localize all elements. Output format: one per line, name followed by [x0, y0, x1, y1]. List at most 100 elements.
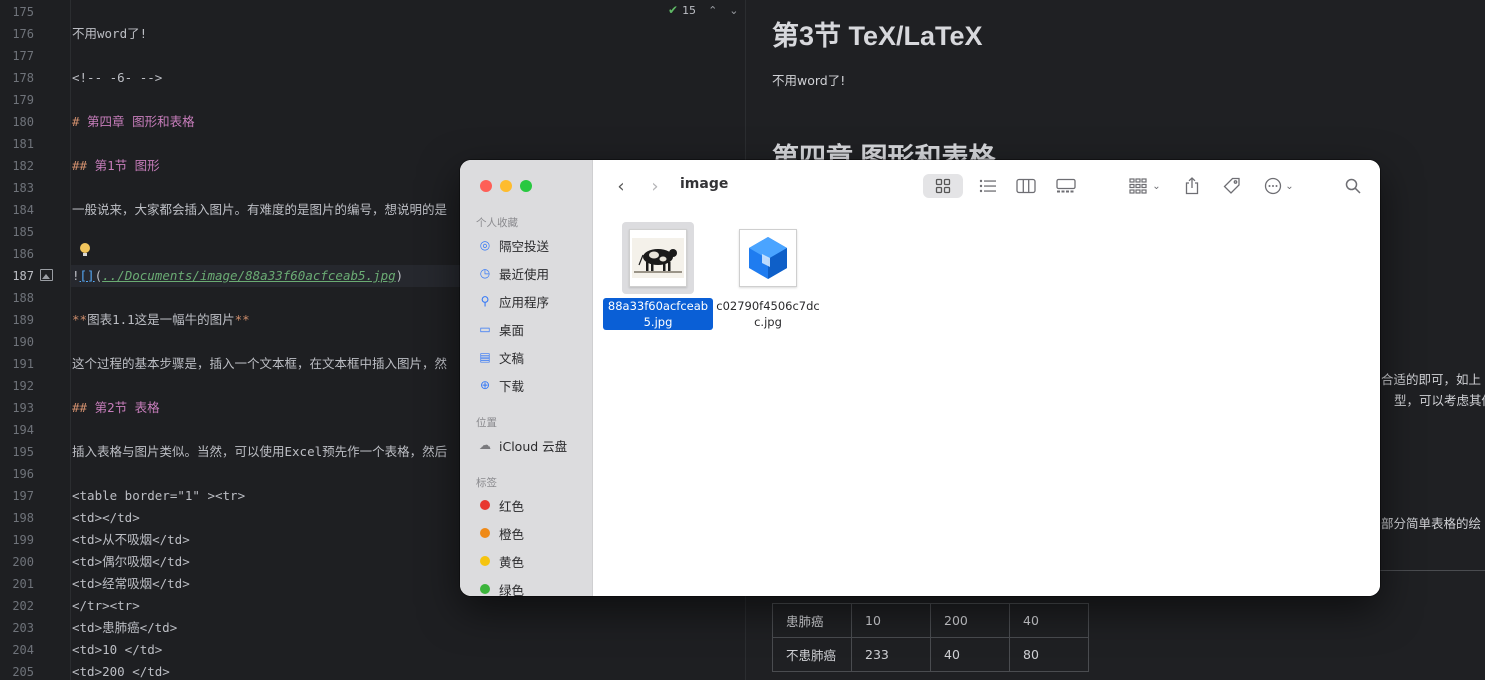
line-number: 177 [12, 49, 34, 63]
bold-caption-line[interactable]: **图表1.1这是一幅牛的图片** [72, 309, 250, 331]
code-line[interactable]: <td></td> [72, 507, 140, 529]
code-line[interactable]: <table border="1" ><tr> [72, 485, 245, 507]
search-button[interactable] [1341, 174, 1365, 198]
group-by-button[interactable]: ⌄ [1125, 174, 1165, 198]
code-line[interactable]: <td>200 </td> [72, 661, 170, 680]
sidebar-item-applications[interactable]: ⚲ 应用程序 [478, 290, 588, 312]
inspection-count: 15 [682, 3, 697, 17]
sidebar-item-icloud[interactable]: ☁ iCloud 云盘 [478, 434, 588, 456]
line-number: 192 [12, 379, 34, 393]
sidebar-tag[interactable]: 橙色 [478, 522, 588, 544]
search-icon [1345, 178, 1361, 194]
folder-title: image [680, 176, 729, 192]
finder-content[interactable]: 88a33f60acfceab5.jpg c02790f4506c7dcc.jpg [593, 212, 1380, 596]
document-icon: ▤ [479, 350, 491, 364]
code-line[interactable]: <td>经常吸烟</td> [72, 573, 190, 595]
minimize-window-button[interactable] [500, 180, 512, 192]
code-line[interactable]: <td>从不吸烟</td> [72, 529, 190, 551]
sidebar-tag-label: 红色 [499, 498, 525, 514]
share-button[interactable] [1177, 174, 1207, 198]
code-line[interactable]: ## 第1节 图形 [72, 155, 160, 177]
code-line[interactable]: <!-- -6- --> [72, 67, 162, 89]
code-line[interactable]: 一般说来，大家都会插入图片。有难度的是图片的编号，想说明的是 [72, 199, 447, 221]
sidebar-item-desktop[interactable]: ▭ 桌面 [478, 318, 588, 340]
md-heading-text: 第2节 表格 [87, 400, 160, 415]
code-line[interactable]: 这个过程的基本步骤是，插入一个文本框，在文本框中插入图片，然 [72, 353, 447, 375]
line-number: 189 [12, 313, 34, 327]
forward-chevron-icon[interactable]: › [645, 174, 665, 198]
code-line-text: <td>200 </td> [72, 664, 170, 679]
desktop-icon: ▭ [479, 322, 491, 336]
line-number: 186 [12, 247, 34, 261]
sidebar-tag[interactable]: 绿色 [478, 578, 588, 596]
inspection-widget[interactable]: ✔ 15 ⌃ ⌄ [668, 2, 739, 18]
code-line-text: <td>从不吸烟</td> [72, 532, 190, 547]
image-link-line[interactable]: ![](../Documents/image/88a33f60acfceab5.… [72, 265, 403, 287]
code-line[interactable]: <td>偶尔吸烟</td> [72, 551, 190, 573]
code-line-text: 一般说来，大家都会插入图片。有难度的是图片的编号，想说明的是 [72, 202, 448, 217]
column-view-button[interactable] [1011, 174, 1041, 198]
file-thumbnail-frame[interactable] [732, 222, 804, 294]
code-line[interactable]: ## 第2节 表格 [72, 397, 160, 419]
close-window-button[interactable] [480, 180, 492, 192]
sidebar-item-label: 最近使用 [499, 266, 550, 282]
md-heading-text: 第1节 图形 [87, 158, 160, 173]
code-line[interactable]: </tr><tr> [72, 595, 140, 617]
tag-dot-icon [480, 500, 490, 510]
line-number: 195 [12, 445, 34, 459]
arrow-up-icon[interactable]: ⌃ [708, 4, 717, 17]
sidebar-item-download[interactable]: ⊕ 下载 [478, 374, 588, 396]
file-item[interactable]: 88a33f60acfceab5.jpg [603, 222, 713, 330]
list-view-button[interactable] [973, 174, 1003, 198]
code-line-text: <td>10 </td> [72, 642, 163, 657]
table-cell: 200 [930, 603, 1010, 638]
sidebar-item-airdrop[interactable]: ◎ 隔空投送 [478, 234, 588, 256]
md-image-url[interactable]: ../Documents/image/88a33f60acfceab5.jpg [102, 268, 396, 283]
sidebar-item-label: 隔空投送 [499, 238, 550, 254]
icon-view-button[interactable] [923, 174, 963, 198]
preview-text-fragment: 合适的即可，如上 [1381, 372, 1482, 387]
clock-icon: ◷ [479, 266, 491, 280]
file-thumbnail-frame[interactable] [622, 222, 694, 294]
sidebar-section-locations: 位置 [476, 417, 497, 429]
md-paren-close: ) [395, 268, 404, 283]
md-paren-open: ( [94, 268, 103, 283]
line-number: 188 [12, 291, 34, 305]
tag-button[interactable] [1217, 174, 1247, 198]
line-number: 180 [12, 115, 34, 129]
columns-icon [1016, 178, 1036, 194]
code-line-text: </tr><tr> [72, 598, 140, 613]
lightbulb-icon[interactable] [80, 243, 90, 256]
finder-window[interactable]: 个人收藏 ◎ 隔空投送 ◷ 最近使用 ⚲ 应用程序 ▭ 桌面 ▤ 文稿 ⊕ 下载 位置 ☁ iCloud… [460, 160, 1380, 596]
more-actions-button[interactable]: ⌄ [1257, 174, 1301, 198]
airdrop-icon: ◎ [479, 238, 491, 252]
md-link-brackets[interactable]: [] [80, 268, 95, 283]
sidebar-item-clock[interactable]: ◷ 最近使用 [478, 262, 588, 284]
sidebar-tag[interactable]: 红色 [478, 494, 588, 516]
image-gutter-icon[interactable] [40, 269, 53, 281]
line-number: 199 [12, 533, 34, 547]
sidebar-item-label: 文稿 [499, 350, 525, 366]
line-number: 176 [12, 27, 34, 41]
arrow-down-icon[interactable]: ⌄ [729, 4, 738, 17]
md-heading-marker: ## [72, 158, 88, 173]
preview-text-fragment: 型，可以考虑其他 [1394, 393, 1485, 408]
back-chevron-icon[interactable]: ‹ [611, 174, 631, 198]
code-line[interactable]: 插入表格与图片类似。当然，可以使用Excel预先作一个表格，然后 [72, 441, 447, 463]
preview-paragraph: 不用word了! [772, 73, 846, 88]
file-name[interactable]: c02790f4506c7dcc.jpg [713, 298, 823, 330]
code-line[interactable]: 不用word了! [72, 23, 147, 45]
file-name[interactable]: 88a33f60acfceab5.jpg [603, 298, 713, 330]
code-line[interactable]: <td>10 </td> [72, 639, 162, 661]
gallery-view-button[interactable] [1051, 174, 1081, 198]
code-line[interactable]: # 第四章 图形和表格 [72, 111, 195, 133]
line-number: 205 [12, 665, 34, 679]
sidebar-item-document[interactable]: ▤ 文稿 [478, 346, 588, 368]
zoom-window-button[interactable] [520, 180, 532, 192]
sidebar-tag[interactable]: 黄色 [478, 550, 588, 572]
file-item[interactable]: c02790f4506c7dcc.jpg [713, 222, 823, 330]
line-number: 196 [12, 467, 34, 481]
code-line[interactable]: <td>患肺癌</td> [72, 617, 177, 639]
tag-dot-icon [480, 584, 490, 594]
line-number: 204 [12, 643, 34, 657]
